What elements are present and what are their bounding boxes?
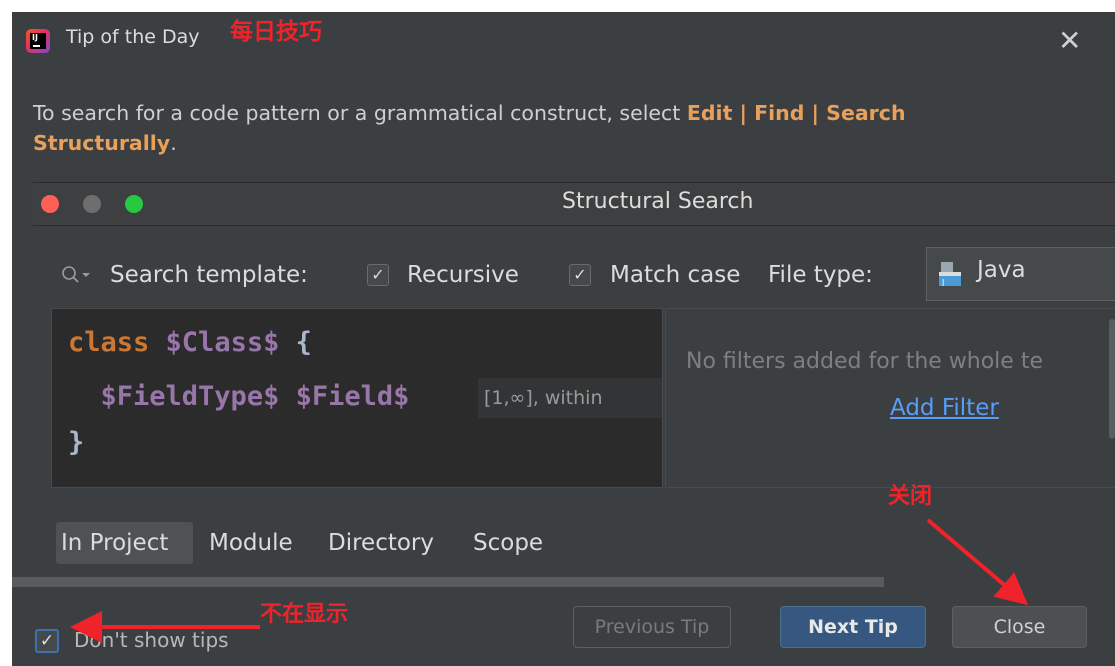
close-annotation: 关闭 <box>888 484 933 509</box>
dont-show-annotation: 不在显示 <box>260 602 349 627</box>
search-template-editor[interactable]: class $Class$ { $FieldType$ $Field$ [1,∞… <box>51 308 663 488</box>
filters-scrollbar[interactable] <box>1109 319 1115 439</box>
minimize-traffic-light-icon <box>83 195 101 213</box>
dialog-footer: ✓ Don't show tips <box>12 587 1115 666</box>
tip-of-the-day-dialog: IJ Tip of the Day ✕ To search for a code… <box>12 12 1115 666</box>
filters-panel: No filters added for the whole te Add Fi… <box>665 308 1115 488</box>
scope-tabs: In Project Module Directory Scope <box>33 521 1115 565</box>
previous-tip-button[interactable]: Previous Tip <box>573 606 731 648</box>
app-icon-letters: IJ <box>32 33 38 42</box>
file-type-value: Java <box>977 257 1026 283</box>
search-template-label: Search template: <box>110 262 308 288</box>
dialog-title: Tip of the Day <box>66 26 200 48</box>
add-filter-link[interactable]: Add Filter <box>890 395 999 421</box>
maximize-traffic-light-icon <box>125 195 143 213</box>
code-line-1: class $Class$ { <box>68 327 312 358</box>
dialog-titlebar: IJ Tip of the Day ✕ <box>12 12 1115 70</box>
code-line-3: } <box>68 427 84 458</box>
code-brace: { <box>295 327 312 358</box>
dont-show-tips-label[interactable]: Don't show tips <box>74 628 229 652</box>
file-type-select[interactable]: J Java <box>926 247 1115 301</box>
top-strip <box>0 0 1115 12</box>
no-filters-message: No filters added for the whole te <box>686 349 1043 374</box>
match-case-checkbox[interactable]: ✓ <box>569 264 591 286</box>
horizontal-scrollbar-thumb[interactable] <box>12 577 884 587</box>
scope-tab-scope[interactable]: Scope <box>473 521 543 565</box>
structural-search-titlebar: Structural Search <box>33 183 1115 226</box>
code-variable: $Class$ <box>165 327 280 358</box>
tip-text-after: . <box>170 131 177 155</box>
close-traffic-light-icon <box>41 195 59 213</box>
code-line-2: $FieldType$ $Field$ <box>68 381 410 412</box>
scope-tab-in-project[interactable]: In Project <box>61 521 168 565</box>
structural-search-screenshot: Structural Search Search template: ✓ Rec… <box>33 182 1115 588</box>
recursive-checkbox[interactable]: ✓ <box>367 264 389 286</box>
code-variable: $FieldType$ <box>100 381 280 412</box>
code-variable: $Field$ <box>295 381 410 412</box>
code-brace: } <box>68 427 85 458</box>
tip-text-before: To search for a code pattern or a gramma… <box>33 101 687 125</box>
dont-show-tips-checkbox[interactable]: ✓ <box>35 629 59 653</box>
tip-text: To search for a code pattern or a gramma… <box>33 98 1033 158</box>
scope-tab-module[interactable]: Module <box>209 521 293 565</box>
java-file-icon: J <box>939 262 961 286</box>
file-type-label: File type: <box>768 262 873 288</box>
count-constraint-hint: [1,∞], within <box>478 378 662 418</box>
recursive-label[interactable]: Recursive <box>407 255 519 295</box>
next-tip-button[interactable]: Next Tip <box>780 606 926 648</box>
close-button[interactable]: Close <box>952 606 1087 648</box>
svg-text:J: J <box>941 278 944 286</box>
intellij-app-icon: IJ <box>26 29 50 53</box>
close-icon[interactable]: ✕ <box>1058 24 1081 58</box>
title-annotation: 每日技巧 <box>230 19 322 45</box>
match-case-label[interactable]: Match case <box>610 255 740 295</box>
structural-search-title: Structural Search <box>562 189 754 214</box>
scope-tab-directory[interactable]: Directory <box>328 521 434 565</box>
search-history-icon[interactable] <box>61 265 93 285</box>
code-keyword: class <box>68 327 150 358</box>
